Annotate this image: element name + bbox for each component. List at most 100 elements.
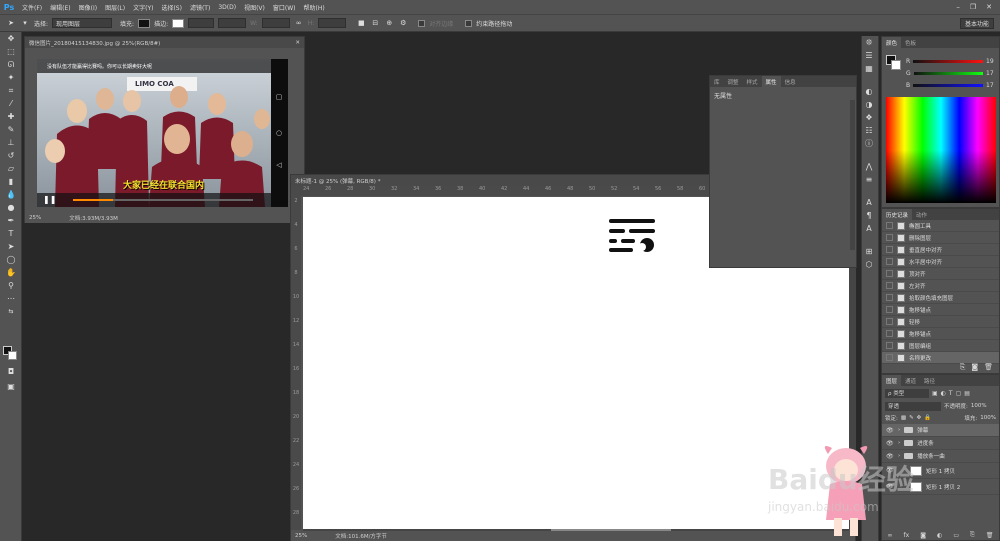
tab-actions[interactable]: 动作 bbox=[912, 209, 931, 220]
photoshop-logo[interactable]: Ps bbox=[0, 0, 18, 14]
r-slider[interactable] bbox=[913, 59, 983, 63]
color-spectrum[interactable] bbox=[886, 97, 996, 203]
menu-select[interactable]: 选择(S) bbox=[157, 3, 186, 12]
stamp-tool-icon[interactable]: ⊥ bbox=[0, 136, 22, 149]
history-source-checkbox[interactable] bbox=[886, 330, 893, 337]
history-item[interactable]: 左对齐 bbox=[882, 280, 999, 292]
layer-comps-icon[interactable]: ≡ bbox=[862, 173, 876, 186]
tab-adjustments[interactable]: 调整 bbox=[724, 76, 743, 87]
chevron-down-icon[interactable]: ▾ bbox=[20, 18, 30, 28]
hand-tool-icon[interactable]: ✋ bbox=[0, 266, 22, 279]
glyphs-icon[interactable]: ⊞ bbox=[862, 245, 876, 258]
history-source-checkbox[interactable] bbox=[886, 282, 893, 289]
history-source-checkbox[interactable] bbox=[886, 222, 893, 229]
lock-pixels-icon[interactable]: ▩ bbox=[901, 415, 906, 421]
lock-paint-icon[interactable]: ✎ bbox=[909, 415, 914, 421]
3d-icon[interactable]: ⬡ bbox=[862, 258, 876, 271]
align-edges-checkbox[interactable] bbox=[418, 19, 426, 27]
healing-tool-icon[interactable]: ✚ bbox=[0, 110, 22, 123]
screen-mode-icon[interactable]: ▣ bbox=[0, 380, 22, 393]
blend-mode-dropdown[interactable]: 穿透 bbox=[885, 401, 941, 411]
dodge-tool-icon[interactable]: ● bbox=[0, 201, 22, 214]
history-source-checkbox[interactable] bbox=[886, 294, 893, 301]
eyedropper-tool-icon[interactable]: ⁄ bbox=[0, 97, 22, 110]
zoom-level[interactable]: 25% bbox=[295, 533, 307, 539]
pixel-filter-icon[interactable]: ▣ bbox=[932, 390, 938, 397]
brush-preset-icon[interactable]: ☰ bbox=[862, 49, 876, 62]
layer-row[interactable]: 👁 › 弹幕 bbox=[882, 424, 999, 437]
workspace-dropdown[interactable]: 基本功能 bbox=[959, 17, 994, 29]
properties-scrollbar[interactable] bbox=[850, 100, 855, 250]
new-document-from-state-icon[interactable]: ⎘ bbox=[960, 363, 966, 372]
lock-all-icon[interactable]: 🔒 bbox=[924, 415, 931, 421]
background-color-swatch[interactable] bbox=[8, 351, 17, 360]
group-icon[interactable]: ▭ bbox=[953, 532, 959, 539]
r-value[interactable]: 19 bbox=[986, 58, 998, 65]
history-item[interactable]: 拾取颜色填充图层 bbox=[882, 292, 999, 304]
delete-layer-icon[interactable]: 🗑 bbox=[986, 532, 994, 539]
tab-styles[interactable]: 样式 bbox=[743, 76, 762, 87]
tab-history[interactable]: 历史记录 bbox=[882, 209, 913, 220]
eraser-tool-icon[interactable]: ▱ bbox=[0, 162, 22, 175]
document-info[interactable]: 文档:3.93M/3.93M bbox=[69, 214, 118, 222]
character-icon[interactable]: ◐ bbox=[862, 85, 876, 98]
tab-color[interactable]: 颜色 bbox=[882, 37, 902, 48]
menu-view[interactable]: 视图(V) bbox=[240, 3, 269, 12]
menu-type[interactable]: 文字(Y) bbox=[129, 3, 157, 12]
color-bg-swatch[interactable] bbox=[891, 60, 901, 70]
swap-colors-icon[interactable]: ⇆ bbox=[0, 305, 22, 318]
link-icon[interactable]: ∞ bbox=[294, 18, 304, 28]
history-source-checkbox[interactable] bbox=[886, 258, 893, 265]
document-info[interactable]: 文档:101.6M/方字节 bbox=[335, 532, 387, 540]
history-item[interactable]: 拖移锚点 bbox=[882, 328, 999, 340]
fill-value[interactable]: 100% bbox=[980, 415, 996, 421]
properties-icon[interactable]: ☷ bbox=[862, 124, 876, 137]
ellipse-tool-icon[interactable]: ◯ bbox=[0, 253, 22, 266]
type-tool-icon[interactable]: T bbox=[0, 227, 22, 240]
menu-edit[interactable]: 编辑(E) bbox=[46, 3, 74, 12]
menu-image[interactable]: 图像(I) bbox=[75, 3, 101, 12]
path-operations-icon[interactable]: ■ bbox=[356, 18, 366, 28]
magic-wand-tool-icon[interactable]: ✦ bbox=[0, 71, 22, 84]
g-slider[interactable] bbox=[913, 71, 983, 75]
g-value[interactable]: 17 bbox=[986, 70, 998, 77]
history-item[interactable]: 拖移锚点 bbox=[882, 304, 999, 316]
trash-icon[interactable]: 🗑 bbox=[984, 363, 993, 371]
menu-file[interactable]: 文件(F) bbox=[18, 3, 46, 12]
menu-help[interactable]: 帮助(H) bbox=[300, 3, 329, 12]
history-item[interactable]: 图层编组 bbox=[882, 340, 999, 352]
opacity-value[interactable]: 100% bbox=[971, 403, 987, 409]
history-source-checkbox[interactable] bbox=[886, 354, 893, 361]
tab-paths[interactable]: 路径 bbox=[920, 375, 939, 386]
danmaku-icon[interactable] bbox=[607, 217, 657, 253]
tab-properties[interactable]: 属性 bbox=[761, 76, 781, 87]
lock-move-icon[interactable]: ✥ bbox=[917, 415, 922, 421]
paragraph-icon[interactable]: A bbox=[862, 196, 876, 209]
b-value[interactable]: 17 bbox=[986, 82, 998, 89]
history-source-checkbox[interactable] bbox=[886, 306, 893, 313]
brush-tool-icon[interactable]: ✎ bbox=[0, 123, 22, 136]
layer-kind-filter[interactable]: ρ 类型 bbox=[885, 388, 929, 398]
pen-tool-icon[interactable]: ✒ bbox=[0, 214, 22, 227]
info-icon[interactable]: ⓘ bbox=[862, 137, 876, 150]
eye-icon[interactable]: 👁 bbox=[886, 427, 894, 434]
zoom-tool-icon[interactable]: ⚲ bbox=[0, 279, 22, 292]
minimize-icon[interactable]: – bbox=[956, 3, 960, 11]
history-brush-tool-icon[interactable]: ↺ bbox=[0, 149, 22, 162]
history-item[interactable]: 顶对齐 bbox=[882, 268, 999, 280]
history-icon[interactable]: ❊ bbox=[862, 36, 876, 49]
history-item[interactable]: 垂直居中对齐 bbox=[882, 244, 999, 256]
crop-tool-icon[interactable]: ⌗ bbox=[0, 84, 22, 97]
lasso-tool-icon[interactable]: ᘏ bbox=[0, 58, 22, 71]
settings-gear-icon[interactable]: ⚙ bbox=[398, 18, 408, 28]
stroke-type-dropdown[interactable] bbox=[218, 18, 247, 28]
menu-layer[interactable]: 图层(L) bbox=[101, 3, 129, 12]
shape-filter-icon[interactable]: ▢ bbox=[956, 390, 962, 397]
history-source-checkbox[interactable] bbox=[886, 246, 893, 253]
history-source-checkbox[interactable] bbox=[886, 270, 893, 277]
snapshot-icon[interactable]: ◙ bbox=[971, 363, 978, 371]
smart-filter-icon[interactable]: ▤ bbox=[964, 390, 970, 397]
history-source-checkbox[interactable] bbox=[886, 318, 893, 325]
history-source-checkbox[interactable] bbox=[886, 234, 893, 241]
path-arrangement-icon[interactable]: ⊕ bbox=[384, 18, 394, 28]
